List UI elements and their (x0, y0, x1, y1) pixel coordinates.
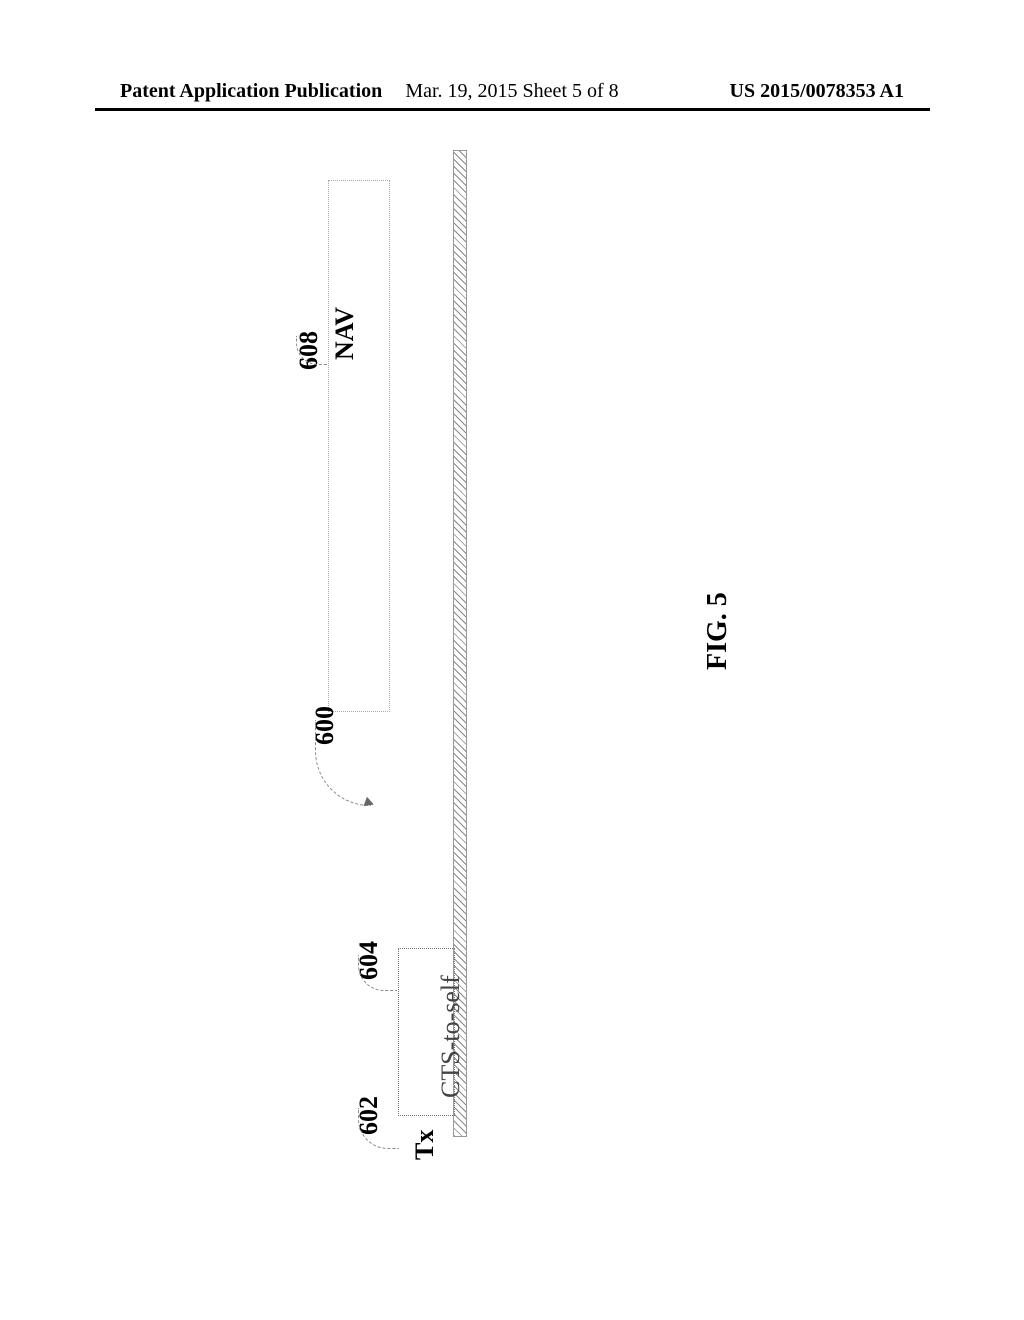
leader-604 (358, 955, 396, 990)
cts-to-self-label: CTS-to-self (436, 975, 466, 1098)
tx-label: Tx (410, 1130, 440, 1160)
nav-label: NAV (330, 307, 360, 360)
page: Patent Application Publication Mar. 19, … (0, 0, 1024, 1320)
leader-600 (315, 720, 400, 820)
figure-caption: FIG. 5 (702, 592, 734, 670)
arrowhead-icon (364, 797, 376, 809)
figure-5-diagram: CTS-to-self Tx NAV 602 604 600 608 FIG (0, 0, 1024, 1320)
leader-608 (296, 336, 326, 364)
nav-box (328, 180, 390, 712)
leader-602 (358, 1108, 398, 1148)
